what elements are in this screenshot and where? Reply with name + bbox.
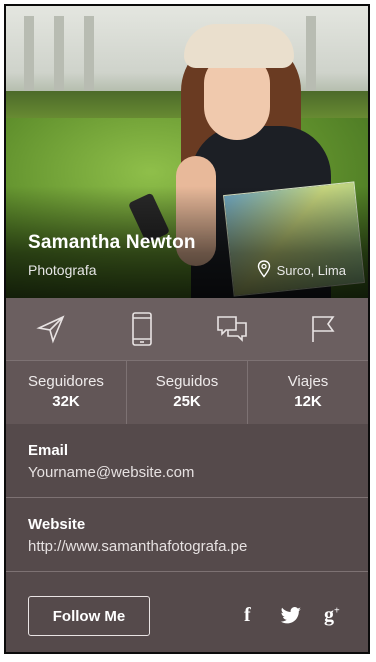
stat-seguidos[interactable]: Seguidos 25K	[127, 361, 248, 425]
stats-row: Seguidores 32K Seguidos 25K Viajes 12K	[6, 360, 368, 426]
stat-viajes[interactable]: Viajes 12K	[248, 361, 368, 425]
stat-label: Seguidores	[28, 373, 104, 390]
twitter-icon[interactable]	[280, 607, 302, 630]
profile-photo: Samantha Newton Photografa Surco, Lima	[6, 6, 368, 298]
chat-icon[interactable]	[215, 312, 249, 346]
action-bar	[6, 298, 368, 360]
send-icon[interactable]	[34, 312, 68, 346]
stat-seguidores[interactable]: Seguidores 32K	[6, 361, 127, 425]
footer: Follow Me f g+	[6, 572, 368, 652]
stat-label: Seguidos	[155, 373, 219, 390]
profile-card: Samantha Newton Photografa Surco, Lima S…	[4, 4, 370, 654]
profile-location: Surco, Lima	[257, 260, 346, 281]
google-plus-glyph: g	[324, 604, 334, 626]
sun-hat	[184, 24, 294, 68]
website-value[interactable]: http://www.samanthafotografa.pe	[28, 538, 368, 555]
stat-value: 25K	[173, 393, 201, 410]
stat-value: 32K	[52, 393, 80, 410]
follow-me-button[interactable]: Follow Me	[28, 596, 150, 636]
email-section: Email Yourname@website.com	[6, 424, 368, 498]
profile-role: Photografa	[28, 262, 97, 278]
email-label: Email	[28, 442, 69, 459]
location-pin-icon	[257, 260, 271, 281]
profile-name: Samantha Newton	[28, 232, 196, 253]
google-plus-icon[interactable]: g+	[324, 604, 340, 627]
website-label: Website	[28, 516, 86, 533]
website-section: Website http://www.samanthafotografa.pe	[6, 498, 368, 572]
location-text: Surco, Lima	[276, 263, 346, 278]
email-value[interactable]: Yourname@website.com	[28, 464, 368, 481]
facebook-icon[interactable]: f	[244, 604, 251, 627]
phone-icon[interactable]	[125, 312, 159, 346]
stat-value: 12K	[294, 393, 322, 410]
stat-label: Viajes	[287, 373, 329, 390]
flag-icon[interactable]	[306, 312, 340, 346]
